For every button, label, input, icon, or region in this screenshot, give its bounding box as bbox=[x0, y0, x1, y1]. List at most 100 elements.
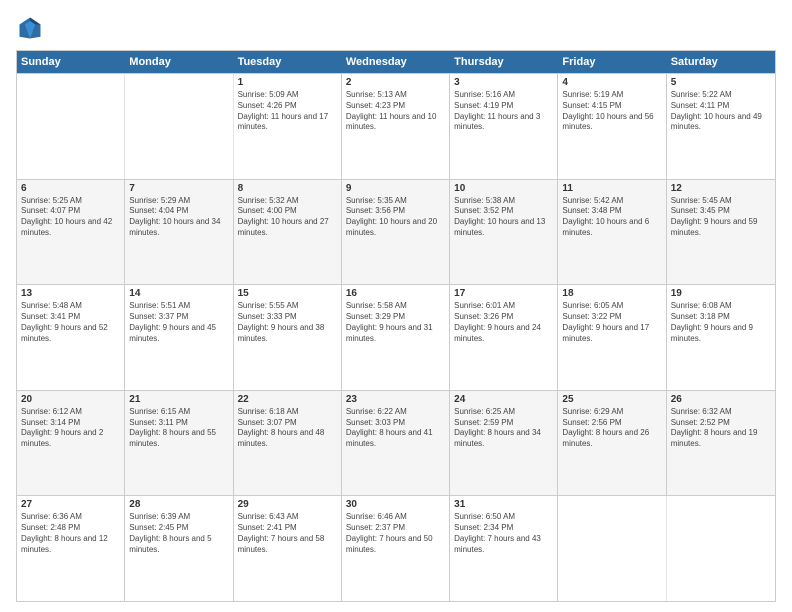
calendar-cell: 27 Sunrise: 6:36 AMSunset: 2:48 PMDayligh… bbox=[17, 496, 125, 601]
calendar: SundayMondayTuesdayWednesdayThursdayFrid… bbox=[16, 50, 776, 602]
week-row: 20Sunrise: 6:12 AMSunset: 3:14 PMDayligh… bbox=[17, 390, 775, 496]
calendar-cell: 14 Sunrise: 5:51 AMSunset: 3:37 PMDayligh… bbox=[125, 285, 233, 390]
cell-info: Sunrise: 6:39 AMSunset: 2:45 PMDaylight:… bbox=[129, 512, 228, 555]
cell-info: Sunrise: 5:58 AMSunset: 3:29 PMDaylight:… bbox=[346, 301, 445, 344]
cell-info: Sunrise: 5:22 AMSunset: 4:11 PMDaylight:… bbox=[671, 90, 771, 133]
cell-day-number: 13 bbox=[21, 288, 120, 299]
cell-info: Sunrise: 6:36 AMSunset: 2:48 PMDaylight:… bbox=[21, 512, 120, 555]
calendar-cell: 30 Sunrise: 6:46 AMSunset: 2:37 PMDayligh… bbox=[342, 496, 450, 601]
calendar-cell: 25Sunrise: 6:29 AMSunset: 2:56 PMDayligh… bbox=[558, 391, 666, 496]
calendar-cell bbox=[17, 74, 125, 179]
calendar-cell: 12 Sunrise: 5:45 AMSunset: 3:45 PMDayligh… bbox=[667, 180, 775, 285]
calendar-cell: 3 Sunrise: 5:16 AMSunset: 4:19 PMDaylight… bbox=[450, 74, 558, 179]
cell-info: Sunrise: 5:38 AMSunset: 3:52 PMDaylight:… bbox=[454, 196, 553, 239]
calendar-cell: 2 Sunrise: 5:13 AMSunset: 4:23 PMDaylight… bbox=[342, 74, 450, 179]
calendar-cell bbox=[667, 496, 775, 601]
calendar-cell: 8 Sunrise: 5:32 AMSunset: 4:00 PMDaylight… bbox=[234, 180, 342, 285]
cell-day-number: 15 bbox=[238, 288, 337, 299]
calendar-cell: 11 Sunrise: 5:42 AMSunset: 3:48 PMDayligh… bbox=[558, 180, 666, 285]
cell-day-number: 12 bbox=[671, 183, 771, 194]
cell-info: Sunrise: 6:05 AMSunset: 3:22 PMDaylight:… bbox=[562, 301, 661, 344]
header bbox=[16, 14, 776, 42]
cell-day-number: 18 bbox=[562, 288, 661, 299]
calendar-cell: 17Sunrise: 6:01 AMSunset: 3:26 PMDayligh… bbox=[450, 285, 558, 390]
cell-info: Sunrise: 5:13 AMSunset: 4:23 PMDaylight:… bbox=[346, 90, 445, 133]
cell-day-number: 31 bbox=[454, 499, 553, 510]
day-headers: SundayMondayTuesdayWednesdayThursdayFrid… bbox=[17, 51, 775, 73]
calendar-cell: 13 Sunrise: 5:48 AMSunset: 3:41 PMDayligh… bbox=[17, 285, 125, 390]
day-header-friday: Friday bbox=[558, 51, 666, 73]
calendar-cell: 19Sunrise: 6:08 AMSunset: 3:18 PMDayligh… bbox=[667, 285, 775, 390]
calendar-cell: 7 Sunrise: 5:29 AMSunset: 4:04 PMDaylight… bbox=[125, 180, 233, 285]
cell-day-number: 22 bbox=[238, 394, 337, 405]
cell-day-number: 5 bbox=[671, 77, 771, 88]
cell-day-number: 7 bbox=[129, 183, 228, 194]
cell-info: Sunrise: 5:51 AMSunset: 3:37 PMDaylight:… bbox=[129, 301, 228, 344]
week-row: 27 Sunrise: 6:36 AMSunset: 2:48 PMDayligh… bbox=[17, 495, 775, 601]
week-row: 1 Sunrise: 5:09 AMSunset: 4:26 PMDaylight… bbox=[17, 73, 775, 179]
calendar-cell: 20Sunrise: 6:12 AMSunset: 3:14 PMDayligh… bbox=[17, 391, 125, 496]
cell-day-number: 1 bbox=[238, 77, 337, 88]
cell-day-number: 2 bbox=[346, 77, 445, 88]
cell-day-number: 29 bbox=[238, 499, 337, 510]
cell-info: Sunrise: 6:15 AMSunset: 3:11 PMDaylight:… bbox=[129, 407, 228, 450]
calendar-cell: 10 Sunrise: 5:38 AMSunset: 3:52 PMDayligh… bbox=[450, 180, 558, 285]
calendar-cell: 18 Sunrise: 6:05 AMSunset: 3:22 PMDayligh… bbox=[558, 285, 666, 390]
cell-day-number: 3 bbox=[454, 77, 553, 88]
cell-day-number: 16 bbox=[346, 288, 445, 299]
cell-info: Sunrise: 5:16 AMSunset: 4:19 PMDaylight:… bbox=[454, 90, 553, 133]
calendar-cell: 21Sunrise: 6:15 AMSunset: 3:11 PMDayligh… bbox=[125, 391, 233, 496]
cell-day-number: 11 bbox=[562, 183, 661, 194]
cell-info: Sunrise: 5:45 AMSunset: 3:45 PMDaylight:… bbox=[671, 196, 771, 239]
cell-info: Sunrise: 5:19 AMSunset: 4:15 PMDaylight:… bbox=[562, 90, 661, 133]
calendar-cell: 5 Sunrise: 5:22 AMSunset: 4:11 PMDaylight… bbox=[667, 74, 775, 179]
cell-info: Sunrise: 6:01 AMSunset: 3:26 PMDaylight:… bbox=[454, 301, 553, 344]
calendar-cell: 24Sunrise: 6:25 AMSunset: 2:59 PMDayligh… bbox=[450, 391, 558, 496]
cell-info: Sunrise: 5:32 AMSunset: 4:00 PMDaylight:… bbox=[238, 196, 337, 239]
cell-day-number: 6 bbox=[21, 183, 120, 194]
cell-info: Sunrise: 5:55 AMSunset: 3:33 PMDaylight:… bbox=[238, 301, 337, 344]
day-header-wednesday: Wednesday bbox=[342, 51, 450, 73]
calendar-cell: 15 Sunrise: 5:55 AMSunset: 3:33 PMDayligh… bbox=[234, 285, 342, 390]
calendar-cell: 23Sunrise: 6:22 AMSunset: 3:03 PMDayligh… bbox=[342, 391, 450, 496]
cell-day-number: 30 bbox=[346, 499, 445, 510]
cell-info: Sunrise: 5:35 AMSunset: 3:56 PMDaylight:… bbox=[346, 196, 445, 239]
cell-day-number: 28 bbox=[129, 499, 228, 510]
cell-info: Sunrise: 6:50 AMSunset: 2:34 PMDaylight:… bbox=[454, 512, 553, 555]
cell-day-number: 8 bbox=[238, 183, 337, 194]
calendar-cell: 16 Sunrise: 5:58 AMSunset: 3:29 PMDayligh… bbox=[342, 285, 450, 390]
week-row: 6 Sunrise: 5:25 AMSunset: 4:07 PMDaylight… bbox=[17, 179, 775, 285]
calendar-cell: 22Sunrise: 6:18 AMSunset: 3:07 PMDayligh… bbox=[234, 391, 342, 496]
cell-day-number: 26 bbox=[671, 394, 771, 405]
cell-info: Sunrise: 5:09 AMSunset: 4:26 PMDaylight:… bbox=[238, 90, 337, 133]
calendar-cell bbox=[125, 74, 233, 179]
cell-info: Sunrise: 6:29 AMSunset: 2:56 PMDaylight:… bbox=[562, 407, 661, 450]
logo-icon bbox=[16, 14, 44, 42]
cell-day-number: 27 bbox=[21, 499, 120, 510]
calendar-cell: 6 Sunrise: 5:25 AMSunset: 4:07 PMDaylight… bbox=[17, 180, 125, 285]
cell-day-number: 9 bbox=[346, 183, 445, 194]
cell-info: Sunrise: 5:29 AMSunset: 4:04 PMDaylight:… bbox=[129, 196, 228, 239]
cell-info: Sunrise: 6:46 AMSunset: 2:37 PMDaylight:… bbox=[346, 512, 445, 555]
cell-info: Sunrise: 5:42 AMSunset: 3:48 PMDaylight:… bbox=[562, 196, 661, 239]
weeks: 1 Sunrise: 5:09 AMSunset: 4:26 PMDaylight… bbox=[17, 73, 775, 601]
cell-info: Sunrise: 6:32 AMSunset: 2:52 PMDaylight:… bbox=[671, 407, 771, 450]
cell-day-number: 24 bbox=[454, 394, 553, 405]
calendar-cell: 4 Sunrise: 5:19 AMSunset: 4:15 PMDaylight… bbox=[558, 74, 666, 179]
day-header-tuesday: Tuesday bbox=[234, 51, 342, 73]
cell-day-number: 4 bbox=[562, 77, 661, 88]
day-header-sunday: Sunday bbox=[17, 51, 125, 73]
day-header-monday: Monday bbox=[125, 51, 233, 73]
cell-day-number: 10 bbox=[454, 183, 553, 194]
calendar-cell: 28 Sunrise: 6:39 AMSunset: 2:45 PMDayligh… bbox=[125, 496, 233, 601]
cell-day-number: 14 bbox=[129, 288, 228, 299]
cell-info: Sunrise: 6:43 AMSunset: 2:41 PMDaylight:… bbox=[238, 512, 337, 555]
cell-info: Sunrise: 5:25 AMSunset: 4:07 PMDaylight:… bbox=[21, 196, 120, 239]
logo bbox=[16, 14, 48, 42]
day-header-saturday: Saturday bbox=[667, 51, 775, 73]
calendar-cell: 29 Sunrise: 6:43 AMSunset: 2:41 PMDayligh… bbox=[234, 496, 342, 601]
page: SundayMondayTuesdayWednesdayThursdayFrid… bbox=[0, 0, 792, 612]
cell-day-number: 20 bbox=[21, 394, 120, 405]
cell-info: Sunrise: 6:08 AMSunset: 3:18 PMDaylight:… bbox=[671, 301, 771, 344]
cell-info: Sunrise: 5:48 AMSunset: 3:41 PMDaylight:… bbox=[21, 301, 120, 344]
